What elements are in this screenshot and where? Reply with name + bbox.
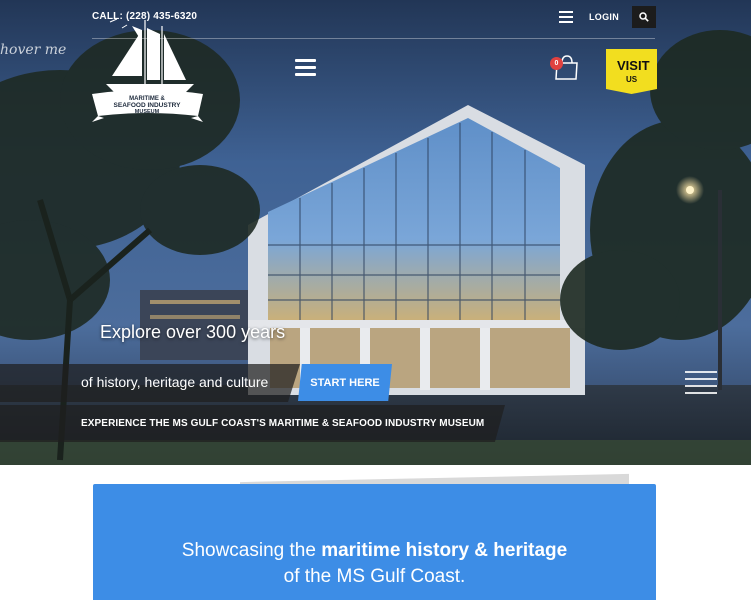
hero-headline: Explore over 300 years: [100, 322, 286, 342]
intro-line2: of the MS Gulf Coast.: [283, 566, 466, 587]
intro-line1: Showcasing the maritime history & herita…: [93, 540, 656, 562]
visit-us-button[interactable]: VISIT US: [606, 49, 657, 94]
slider-icon[interactable]: [685, 371, 717, 403]
logo-line2: SEAFOOD INDUSTRY: [114, 102, 182, 109]
cart-button[interactable]: 0: [548, 53, 580, 83]
us-label: US: [625, 75, 638, 84]
cart-count-badge: 0: [550, 57, 563, 70]
intro-highlight: maritime history & heritage: [321, 540, 568, 561]
ship-logo[interactable]: MARITIME & SEAFOOD INDUSTRY MUSEUM: [90, 18, 205, 126]
search-icon: [639, 12, 649, 22]
start-here-label: START HERE: [310, 376, 380, 389]
search-button[interactable]: [632, 6, 656, 28]
intro-prefix: Showcasing the: [181, 540, 322, 561]
hamburger-icon[interactable]: [295, 59, 316, 77]
hero-banner: CALL: (228) 435-6320 LOGIN hover me MARI…: [0, 0, 751, 465]
page: CALL: (228) 435-6320 LOGIN hover me MARI…: [0, 0, 751, 600]
hero-tagline: EXPERIENCE THE MS GULF COAST'S MARITIME …: [81, 418, 485, 429]
menu-icon[interactable]: [559, 11, 573, 23]
hero-subheadline: of history, heritage and culture: [81, 374, 269, 390]
login-link[interactable]: LOGIN: [589, 12, 619, 22]
logo-line3: MUSEUM: [135, 109, 160, 115]
start-here-button[interactable]: START HERE: [298, 364, 392, 401]
logo-hover-hint: hover me: [0, 42, 67, 58]
visit-label: VISIT: [617, 58, 650, 73]
